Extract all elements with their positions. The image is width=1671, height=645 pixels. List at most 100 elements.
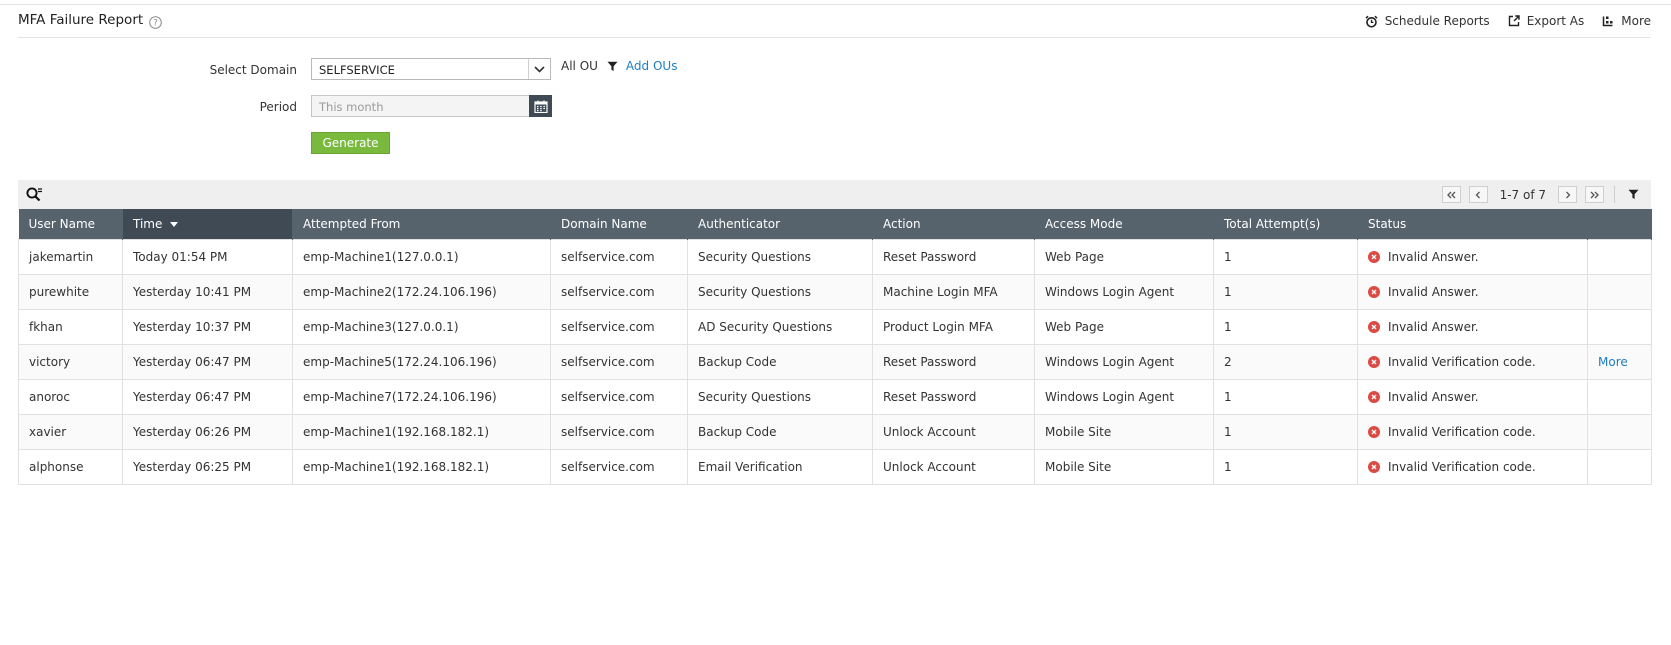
domain-name-cell: selfservice.com — [550, 273, 688, 310]
time-cell: Today 01:54 PM — [122, 238, 293, 275]
total-attempts-cell: 2 — [1213, 343, 1358, 380]
status-text: Invalid Verification code. — [1388, 354, 1536, 369]
access-mode-cell: Web Page — [1034, 308, 1214, 345]
col-header-status[interactable]: Status — [1357, 209, 1588, 239]
export-icon — [1508, 15, 1520, 27]
last-page-icon[interactable] — [1585, 186, 1604, 203]
table-row[interactable]: purewhite Yesterday 10:41 PM emp-Machine2(… — [18, 273, 1652, 310]
domain-name-cell: selfservice.com — [550, 378, 688, 415]
filter-icon[interactable] — [607, 61, 618, 72]
col-header-user-name[interactable]: User Name — [18, 209, 123, 239]
domain-select[interactable]: SELFSERVICE — [311, 58, 551, 80]
domain-name-cell: selfservice.com — [550, 343, 688, 380]
header-actions: Schedule Reports Export As More — [1347, 12, 1651, 30]
authenticator-cell: Security Questions — [687, 273, 873, 310]
authenticator-cell: Backup Code — [687, 343, 873, 380]
action-cell: Machine Login MFA — [872, 273, 1035, 310]
report-header: MFA Failure Report ? Schedule Reports Ex… — [18, 8, 1651, 38]
table-row[interactable]: xavier Yesterday 06:26 PM emp-Machine1(192… — [18, 413, 1652, 450]
col-header-action[interactable]: Action — [872, 209, 1035, 239]
help-icon[interactable]: ? — [149, 16, 162, 29]
alarm-clock-icon — [1365, 15, 1378, 28]
error-icon — [1368, 320, 1380, 333]
user-name-cell: alphonse — [18, 448, 123, 485]
col-header-extra — [1587, 209, 1652, 239]
user-name-cell: fkhan — [18, 308, 123, 345]
access-mode-cell: Windows Login Agent — [1034, 343, 1214, 380]
more-menu-button[interactable]: More — [1602, 14, 1651, 28]
first-page-icon[interactable] — [1441, 186, 1461, 203]
col-header-time[interactable]: Time — [122, 209, 293, 239]
status-wrapper: Invalid Answer. — [1368, 320, 1577, 334]
column-filter-icon[interactable] — [1621, 185, 1645, 205]
status-cell: Invalid Answer. — [1357, 378, 1588, 415]
time-cell: Yesterday 10:37 PM — [122, 308, 293, 345]
time-cell: Yesterday 06:26 PM — [122, 413, 293, 450]
col-header-total-attempts[interactable]: Total Attempt(s) — [1213, 209, 1358, 239]
table-row[interactable]: victory Yesterday 06:47 PM emp-Machine5(17… — [18, 343, 1652, 380]
status-wrapper: Invalid Answer. — [1368, 390, 1577, 404]
extra-cell: More — [1587, 343, 1652, 380]
status-cell: Invalid Verification code. — [1357, 413, 1588, 450]
status-wrapper: Invalid Verification code. — [1368, 355, 1577, 369]
access-mode-cell: Web Page — [1034, 238, 1214, 275]
status-wrapper: Invalid Verification code. — [1368, 425, 1577, 439]
status-cell: Invalid Answer. — [1357, 238, 1588, 275]
pager-divider — [1614, 186, 1615, 203]
status-cell: Invalid Answer. — [1357, 308, 1588, 345]
table-row[interactable]: jakemartin Today 01:54 PM emp-Machine1(127… — [18, 238, 1652, 275]
all-ou-label: All OU — [561, 59, 598, 73]
grid-toolbar: 1-7 of 7 — [18, 180, 1651, 209]
attempted-from-cell: emp-Machine3(127.0.0.1) — [292, 308, 551, 345]
status-text: Invalid Verification code. — [1388, 459, 1536, 474]
top-divider — [0, 4, 1671, 5]
row-more-link[interactable]: More — [1598, 355, 1628, 369]
table-row[interactable]: anoroc Yesterday 06:47 PM emp-Machine7(172… — [18, 378, 1652, 415]
next-page-icon[interactable] — [1558, 186, 1577, 203]
page-title: MFA Failure Report — [18, 12, 144, 28]
calendar-icon[interactable] — [529, 95, 552, 117]
authenticator-cell: Backup Code — [687, 413, 873, 450]
time-cell: Yesterday 10:41 PM — [122, 273, 293, 310]
period-input[interactable]: This month — [311, 95, 552, 117]
export-as-label: Export As — [1526, 14, 1585, 28]
chevron-down-icon[interactable] — [528, 59, 550, 79]
total-attempts-cell: 1 — [1213, 448, 1358, 485]
more-label: More — [1621, 14, 1651, 28]
status-cell: Invalid Answer. — [1357, 273, 1588, 310]
more-icon — [1603, 16, 1613, 27]
col-header-attempted-from[interactable]: Attempted From — [292, 209, 551, 239]
extra-cell — [1587, 308, 1652, 345]
status-text: Invalid Answer. — [1388, 389, 1479, 404]
page-range: 1-7 of 7 — [1499, 187, 1546, 202]
ou-selector: All OU Add OUs — [561, 59, 677, 73]
add-ous-link[interactable]: Add OUs — [626, 59, 678, 73]
svg-text:?: ? — [153, 19, 158, 29]
authenticator-cell: AD Security Questions — [687, 308, 873, 345]
status-cell: Invalid Verification code. — [1357, 448, 1588, 485]
export-as-button[interactable]: Export As — [1508, 14, 1585, 28]
total-attempts-cell: 1 — [1213, 308, 1358, 345]
time-cell: Yesterday 06:47 PM — [122, 378, 293, 415]
authenticator-cell: Security Questions — [687, 238, 873, 275]
domain-name-cell: selfservice.com — [550, 413, 688, 450]
extra-cell — [1587, 413, 1652, 450]
attempted-from-cell: emp-Machine2(172.24.106.196) — [292, 273, 551, 310]
table-row[interactable]: fkhan Yesterday 10:37 PM emp-Machine3(127.… — [18, 308, 1652, 345]
col-header-domain-name[interactable]: Domain Name — [550, 209, 688, 239]
access-mode-cell: Mobile Site — [1034, 413, 1214, 450]
attempted-from-cell: emp-Machine5(172.24.106.196) — [292, 343, 551, 380]
status-text: Invalid Answer. — [1388, 284, 1479, 299]
schedule-reports-button[interactable]: Schedule Reports — [1365, 14, 1490, 28]
table-row[interactable]: alphonse Yesterday 06:25 PM emp-Machine1(1… — [18, 448, 1652, 485]
search-icon[interactable] — [25, 186, 43, 204]
col-header-authenticator[interactable]: Authenticator — [687, 209, 873, 239]
action-cell: Unlock Account — [872, 448, 1035, 485]
status-wrapper: Invalid Answer. — [1368, 250, 1577, 264]
status-cell: Invalid Verification code. — [1357, 343, 1588, 380]
generate-button[interactable]: Generate — [311, 132, 390, 154]
col-header-access-mode[interactable]: Access Mode — [1034, 209, 1214, 239]
action-cell: Reset Password — [872, 238, 1035, 275]
prev-page-icon[interactable] — [1468, 186, 1488, 203]
attempted-from-cell: emp-Machine1(127.0.0.1) — [292, 238, 551, 275]
